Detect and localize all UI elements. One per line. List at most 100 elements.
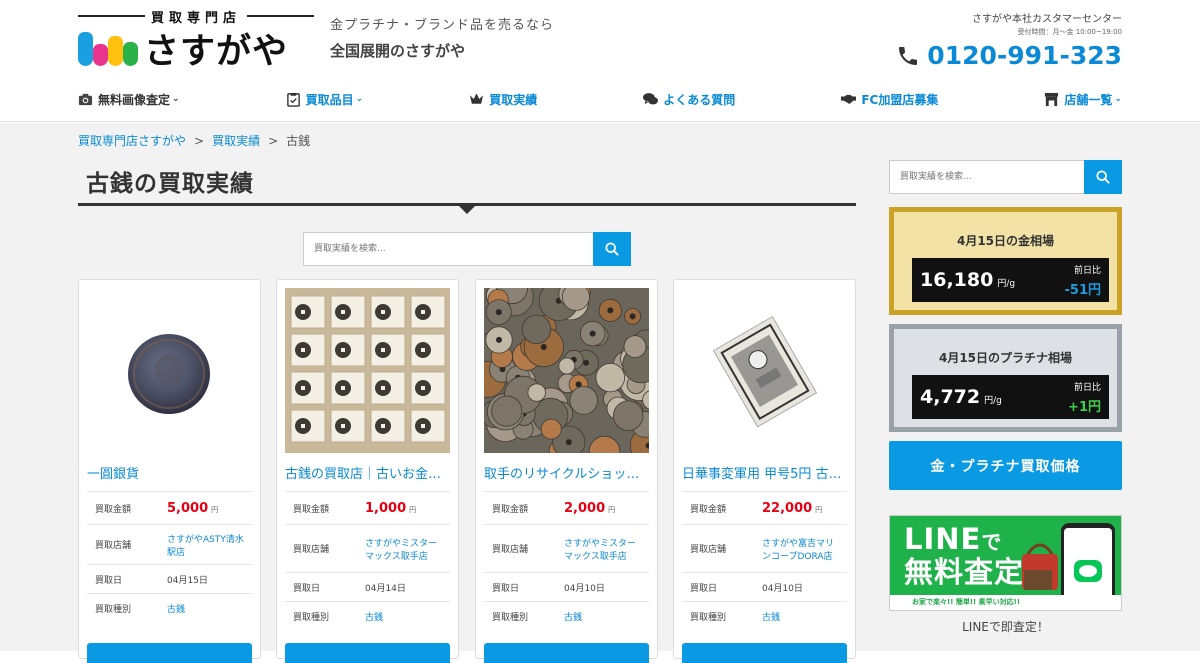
site-logo[interactable]: 買取専門店 さすがや: [78, 6, 315, 72]
yen-unit: 円: [608, 505, 616, 514]
category-link[interactable]: 古銭: [167, 605, 185, 615]
banknote-photo[interactable]: [682, 288, 847, 453]
date-label: 買取日: [484, 572, 556, 602]
search-button[interactable]: [593, 232, 631, 266]
nav-item-faq[interactable]: よくある質問: [643, 91, 735, 108]
store-icon: [1044, 92, 1059, 107]
store-label: 買取店舗: [87, 524, 159, 565]
category-link[interactable]: 古銭: [365, 613, 383, 623]
date-label: 買取日: [682, 572, 754, 602]
search-icon: [1096, 170, 1110, 184]
store-link[interactable]: さすがやミスターマックス取手店: [365, 539, 437, 562]
nav-label: 店舗一覧: [1064, 92, 1113, 107]
result-card[interactable]: 一圓銀貨 買取金額 5,000 円 買取店舗 さすがやASTY清水駅店 買取日 04月1…: [78, 279, 261, 663]
date-value: 04月14日: [357, 572, 450, 602]
gold-diff-value: -51円: [1064, 282, 1102, 298]
card-title[interactable]: 取手のリサイクルショップで古銭買取: [484, 463, 649, 482]
gold-platinum-price-button[interactable]: 金・プラチナ買取価格: [889, 441, 1122, 490]
result-card[interactable]: 古銭の買取店｜古いお金の買取もさすがやにお任せください 買取金額 1,000円 買…: [276, 279, 459, 663]
nav-item-image-appraisal[interactable]: 無料画像査定 ⌄: [78, 91, 180, 108]
line-banner-de: で: [981, 530, 1003, 554]
phone-link[interactable]: 0120-991-323: [896, 41, 1122, 70]
amount-value: 2,000: [564, 500, 606, 516]
platinum-price-box: 4月15日のプラチナ相場 4,772 円/g 前日比 +1円: [889, 324, 1122, 432]
result-card[interactable]: 日華事変軍用 甲号5円 古紙幣 買取金額 22,000 円 買取店舗 さすがや富吉マリ…: [673, 279, 856, 663]
camera-icon: [78, 92, 93, 107]
nav-label: FC加盟店募集: [861, 92, 939, 107]
sidebar-search: [889, 160, 1122, 194]
category-label: 買取種別: [682, 601, 754, 631]
line-banner-strip: お家で楽々!! 簡単!! 素早い対応!!: [890, 595, 1121, 610]
results-search: [303, 232, 631, 266]
card-details: 買取金額 1,000 円 買取店舗 さすがやミスターマックス取手店 買取日 04月14日…: [285, 491, 450, 631]
store-link[interactable]: さすがや富吉マリンコープDORA店: [762, 539, 834, 562]
search-input[interactable]: [303, 232, 593, 266]
line-appraisal-banner[interactable]: LINEで 無料査定 お家で楽々!! 簡単!! 素早い対応!!: [889, 515, 1122, 611]
card-details: 買取金額 5,000 円 買取店舗 さすがやASTY清水駅店 買取日 04月15日 買取…: [87, 491, 252, 623]
logo-name: さすがや: [144, 31, 289, 72]
title-underline-arrow: [458, 205, 476, 214]
nav-label: 無料画像査定: [98, 92, 171, 107]
card-detail-button[interactable]: [87, 643, 252, 663]
card-detail-button[interactable]: [285, 643, 450, 663]
nav-item-stores[interactable]: 店舗一覧 ⌄: [1044, 91, 1122, 108]
yen-unit: 円: [409, 505, 417, 514]
sidebar-search-button[interactable]: [1084, 160, 1122, 194]
category-link[interactable]: 古銭: [564, 613, 582, 623]
gold-price-unit: 円/g: [997, 279, 1016, 289]
crown-icon: [469, 92, 484, 107]
chat-icon: [643, 92, 659, 107]
nav-label: 買取品目: [305, 92, 354, 107]
clipboard-icon: [286, 92, 301, 107]
card-details: 買取金額 2,000 円 買取店舗 さすがやミスターマックス取手店 買取日 04月10日…: [484, 491, 649, 631]
category-link[interactable]: 古銭: [762, 613, 780, 623]
coin-photo[interactable]: [87, 288, 252, 453]
amount-label: 買取金額: [484, 491, 556, 525]
search-icon: [605, 242, 619, 256]
card-detail-button[interactable]: [682, 643, 847, 663]
store-label: 買取店舗: [484, 524, 556, 573]
date-value: 04月15日: [159, 564, 252, 594]
smartphone-icon: [1061, 523, 1115, 605]
category-label: 買取種別: [484, 601, 556, 631]
logo-mark-icon: [78, 28, 140, 68]
amount-label: 買取金額: [682, 491, 754, 525]
card-title[interactable]: 日華事変軍用 甲号5円 古紙幣: [682, 463, 847, 482]
card-detail-button[interactable]: [484, 643, 649, 663]
contact-label: さすがや本社カスタマーセンター: [972, 14, 1122, 25]
category-label: 買取種別: [285, 601, 357, 631]
store-label: 買取店舗: [285, 524, 357, 573]
store-link[interactable]: さすがやミスターマックス取手店: [564, 539, 636, 562]
page-title: 古銭の買取実績: [86, 171, 254, 197]
yen-unit: 円: [815, 505, 823, 514]
nav-label: 買取実績: [489, 92, 538, 107]
breadcrumb-current: 古銭: [286, 134, 311, 148]
amount-label: 買取金額: [285, 491, 357, 525]
line-banner-caption[interactable]: LINEで即査定！: [889, 618, 1122, 635]
store-link[interactable]: さすがやASTY清水駅店: [167, 535, 244, 558]
handbag-icon: [1022, 543, 1058, 590]
contact-hours: 受付時間：月〜金 10:00~19:00: [1017, 28, 1122, 36]
nav-item-results[interactable]: 買取実績: [469, 91, 537, 108]
main-nav: 無料画像査定 ⌄ 買取品目 ⌄ 買取実績 よくある質問 FC加盟店募集 店舗一覧 ⌄: [78, 88, 1122, 110]
breadcrumb-home[interactable]: 買取専門店さすがや: [78, 132, 186, 149]
breadcrumb-results[interactable]: 買取実績: [212, 132, 260, 149]
card-details: 買取金額 22,000 円 買取店舗 さすがや富吉マリンコープDORA店 買取日 04月…: [682, 491, 847, 631]
result-card[interactable]: 取手のリサイクルショップで古銭買取 買取金額 2,000円 買取店舗さすがやミスタ…: [475, 279, 658, 663]
yen-unit: 円: [211, 505, 219, 514]
site-header: 買取専門店 さすがや 金プラチナ・ブランド品を売るなら 全国展開のさすがや さす…: [0, 0, 1200, 122]
tagline-main: 全国展開のさすがや: [330, 42, 466, 60]
nav-label: よくある質問: [663, 92, 736, 107]
nav-item-fc[interactable]: FC加盟店募集: [841, 91, 938, 108]
gold-price-box: 4月15日の金相場 16,180 円/g 前日比 -51円: [889, 207, 1122, 315]
breadcrumb-separator: >: [268, 133, 279, 148]
card-title[interactable]: 一圓銀貨: [87, 463, 252, 482]
line-banner-line: LINE: [904, 522, 982, 556]
card-title[interactable]: 古銭の買取店｜古いお金の買取もさすがやにお任せください: [285, 463, 450, 482]
platinum-price-panel: 4,772 円/g 前日比 +1円: [912, 375, 1109, 419]
sidebar-search-input[interactable]: [889, 160, 1084, 194]
coin-photo[interactable]: [484, 288, 649, 453]
coin-photo[interactable]: [285, 288, 450, 453]
chevron-down-icon: ⌄: [1114, 94, 1122, 104]
nav-item-items[interactable]: 買取品目 ⌄: [286, 91, 363, 108]
